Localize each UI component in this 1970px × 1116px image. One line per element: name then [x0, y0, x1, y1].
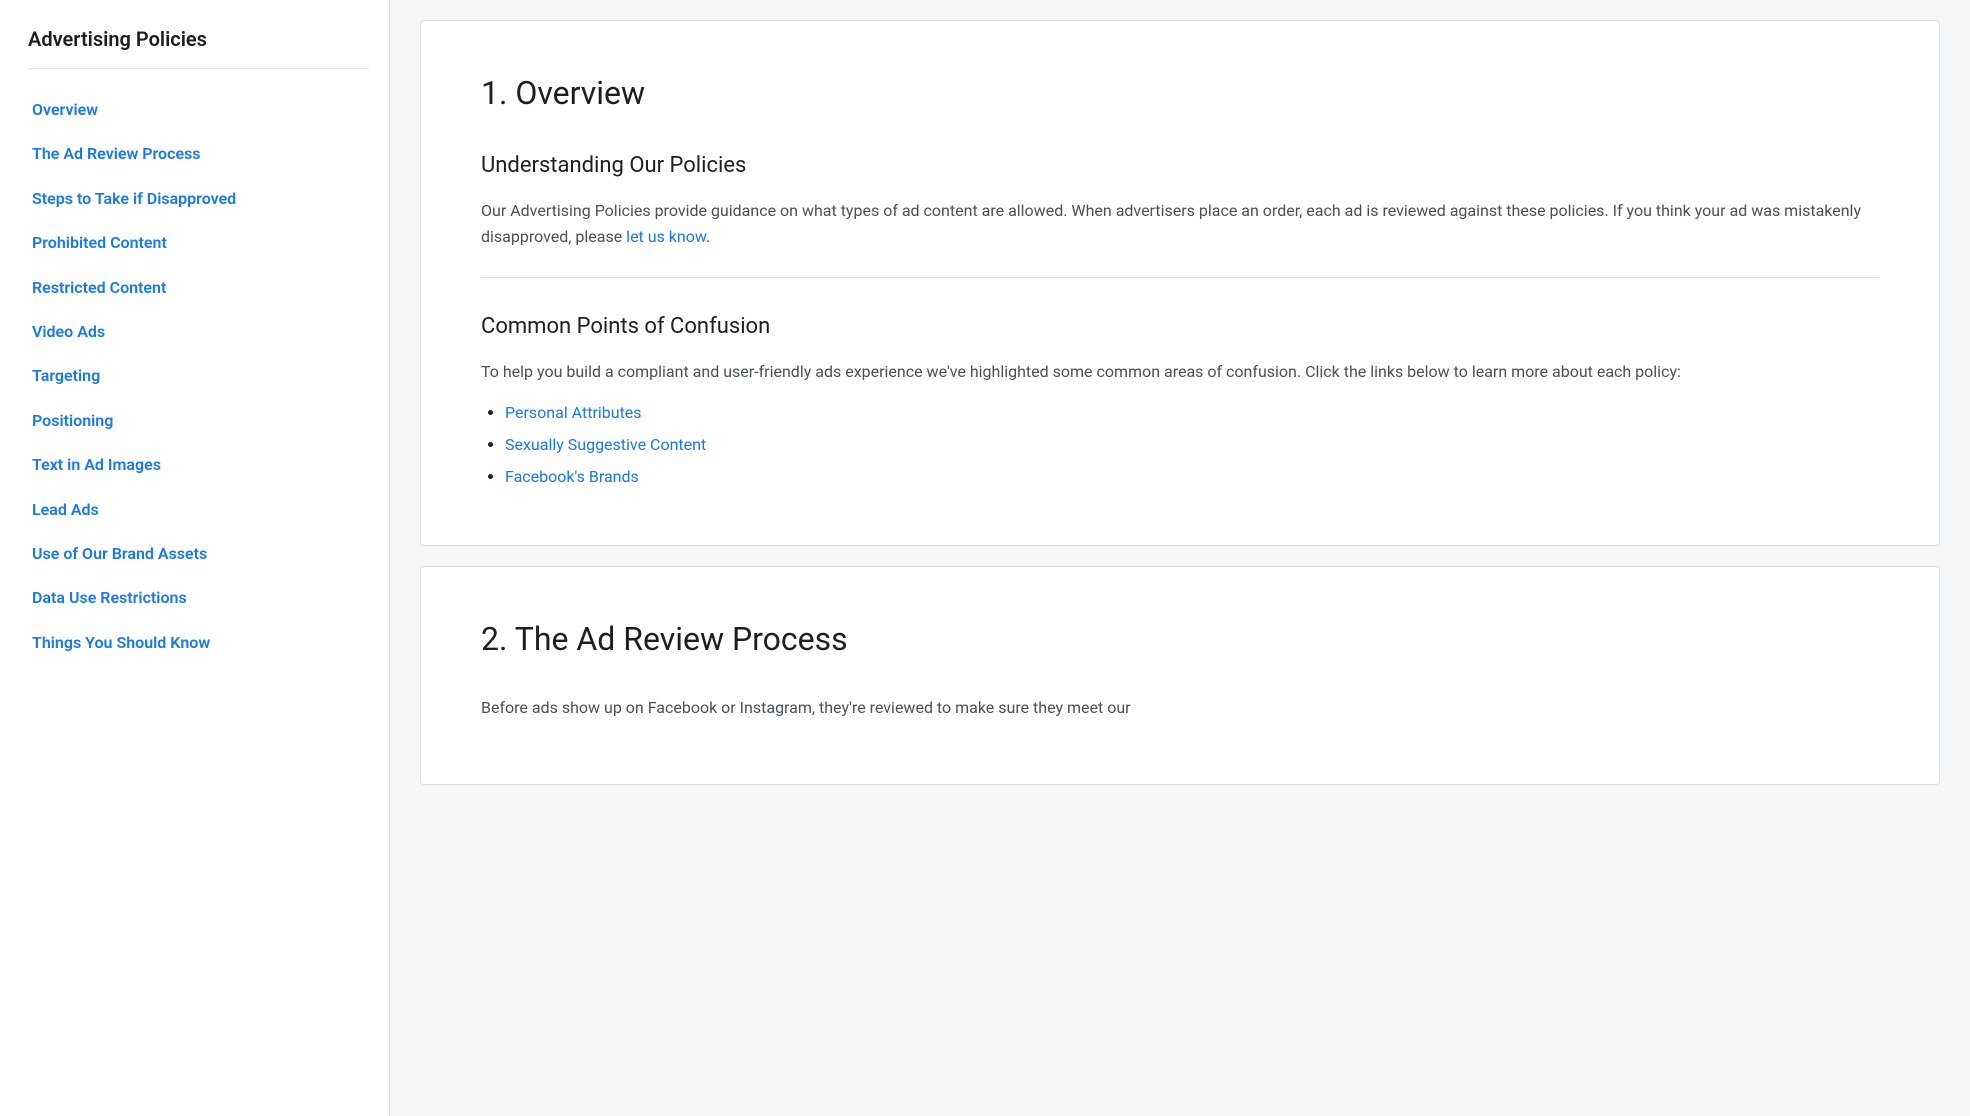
page-container: Advertising Policies OverviewThe Ad Revi… [0, 0, 1970, 1116]
sexually-suggestive-link[interactable]: Sexually Suggestive Content [505, 435, 706, 454]
sidebar-nav: OverviewThe Ad Review ProcessSteps to Ta… [28, 89, 369, 664]
facebook-brands-link[interactable]: Facebook's Brands [505, 467, 639, 486]
sidebar-link-overview[interactable]: Overview [28, 89, 369, 131]
sidebar-link-things-you-should-know[interactable]: Things You Should Know [28, 622, 369, 664]
sidebar-link-targeting[interactable]: Targeting [28, 355, 369, 397]
section2-title: 2. The Ad Review Process [481, 615, 1879, 663]
sidebar-item-steps-disapproved: Steps to Take if Disapproved [28, 178, 369, 220]
sidebar-link-video-ads[interactable]: Video Ads [28, 311, 369, 353]
sidebar-link-text-in-ad-images[interactable]: Text in Ad Images [28, 444, 369, 486]
let-us-know-link[interactable]: let us know [626, 227, 706, 246]
confusion-list: Personal Attributes Sexually Suggestive … [481, 401, 1879, 489]
sidebar-title: Advertising Policies [28, 24, 369, 69]
subsection2-intro: To help you build a compliant and user-f… [481, 359, 1879, 385]
list-item-personal-attributes: Personal Attributes [505, 401, 1879, 425]
sidebar: Advertising Policies OverviewThe Ad Revi… [0, 0, 390, 1116]
main-content: 1. Overview Understanding Our Policies O… [390, 0, 1970, 1116]
sidebar-link-data-use-restrictions[interactable]: Data Use Restrictions [28, 577, 369, 619]
subsection1-body-after-link: . [706, 227, 710, 246]
personal-attributes-link[interactable]: Personal Attributes [505, 403, 642, 422]
list-item-facebook-brands: Facebook's Brands [505, 465, 1879, 489]
section1-title: 1. Overview [481, 69, 1879, 117]
sidebar-link-prohibited-content[interactable]: Prohibited Content [28, 222, 369, 264]
subsection1-body: Our Advertising Policies provide guidanc… [481, 198, 1879, 249]
sidebar-link-positioning[interactable]: Positioning [28, 400, 369, 442]
sidebar-item-data-use-restrictions: Data Use Restrictions [28, 577, 369, 619]
subsection2-heading: Common Points of Confusion [481, 310, 1879, 343]
sidebar-item-lead-ads: Lead Ads [28, 489, 369, 531]
subsection1-heading: Understanding Our Policies [481, 149, 1879, 182]
sidebar-item-targeting: Targeting [28, 355, 369, 397]
sidebar-item-positioning: Positioning [28, 400, 369, 442]
sidebar-item-overview: Overview [28, 89, 369, 131]
sidebar-link-use-of-brand-assets[interactable]: Use of Our Brand Assets [28, 533, 369, 575]
sidebar-item-restricted-content: Restricted Content [28, 267, 369, 309]
sidebar-item-video-ads: Video Ads [28, 311, 369, 353]
section2-body: Before ads show up on Facebook or Instag… [481, 695, 1879, 721]
sidebar-link-steps-disapproved[interactable]: Steps to Take if Disapproved [28, 178, 369, 220]
sidebar-item-ad-review-process: The Ad Review Process [28, 133, 369, 175]
section-overview-card: 1. Overview Understanding Our Policies O… [420, 20, 1940, 546]
section-ad-review-card: 2. The Ad Review Process Before ads show… [420, 566, 1940, 786]
sidebar-link-lead-ads[interactable]: Lead Ads [28, 489, 369, 531]
sidebar-link-ad-review-process[interactable]: The Ad Review Process [28, 133, 369, 175]
section-divider [481, 277, 1879, 278]
sidebar-item-things-you-should-know: Things You Should Know [28, 622, 369, 664]
sidebar-link-restricted-content[interactable]: Restricted Content [28, 267, 369, 309]
sidebar-item-text-in-ad-images: Text in Ad Images [28, 444, 369, 486]
list-item-sexually-suggestive: Sexually Suggestive Content [505, 433, 1879, 457]
sidebar-item-prohibited-content: Prohibited Content [28, 222, 369, 264]
sidebar-item-use-of-brand-assets: Use of Our Brand Assets [28, 533, 369, 575]
